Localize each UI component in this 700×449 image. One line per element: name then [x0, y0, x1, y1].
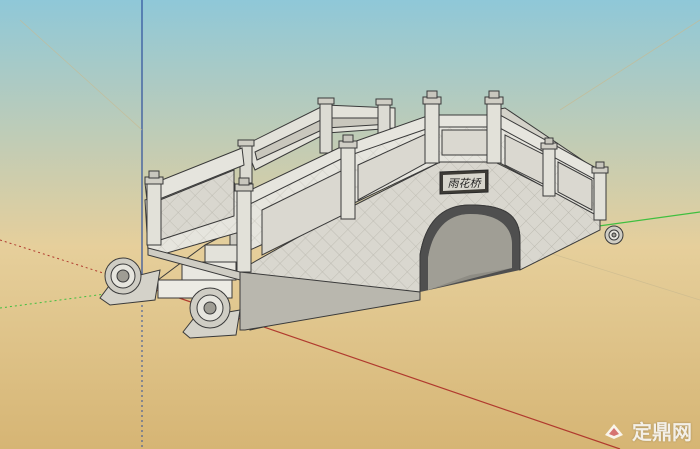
dingding-logo-icon	[605, 423, 623, 439]
viewport: 雨花桥 定鼎网	[0, 0, 700, 449]
watermark: 定鼎网	[602, 416, 692, 445]
plaque-text: 雨花桥	[448, 177, 483, 190]
bridge-plaque: 雨花桥	[439, 169, 489, 195]
bridge-scene: 雨花桥	[0, 0, 700, 449]
watermark-text: 定鼎网	[632, 420, 692, 444]
scroll-ornament-right	[604, 225, 624, 245]
